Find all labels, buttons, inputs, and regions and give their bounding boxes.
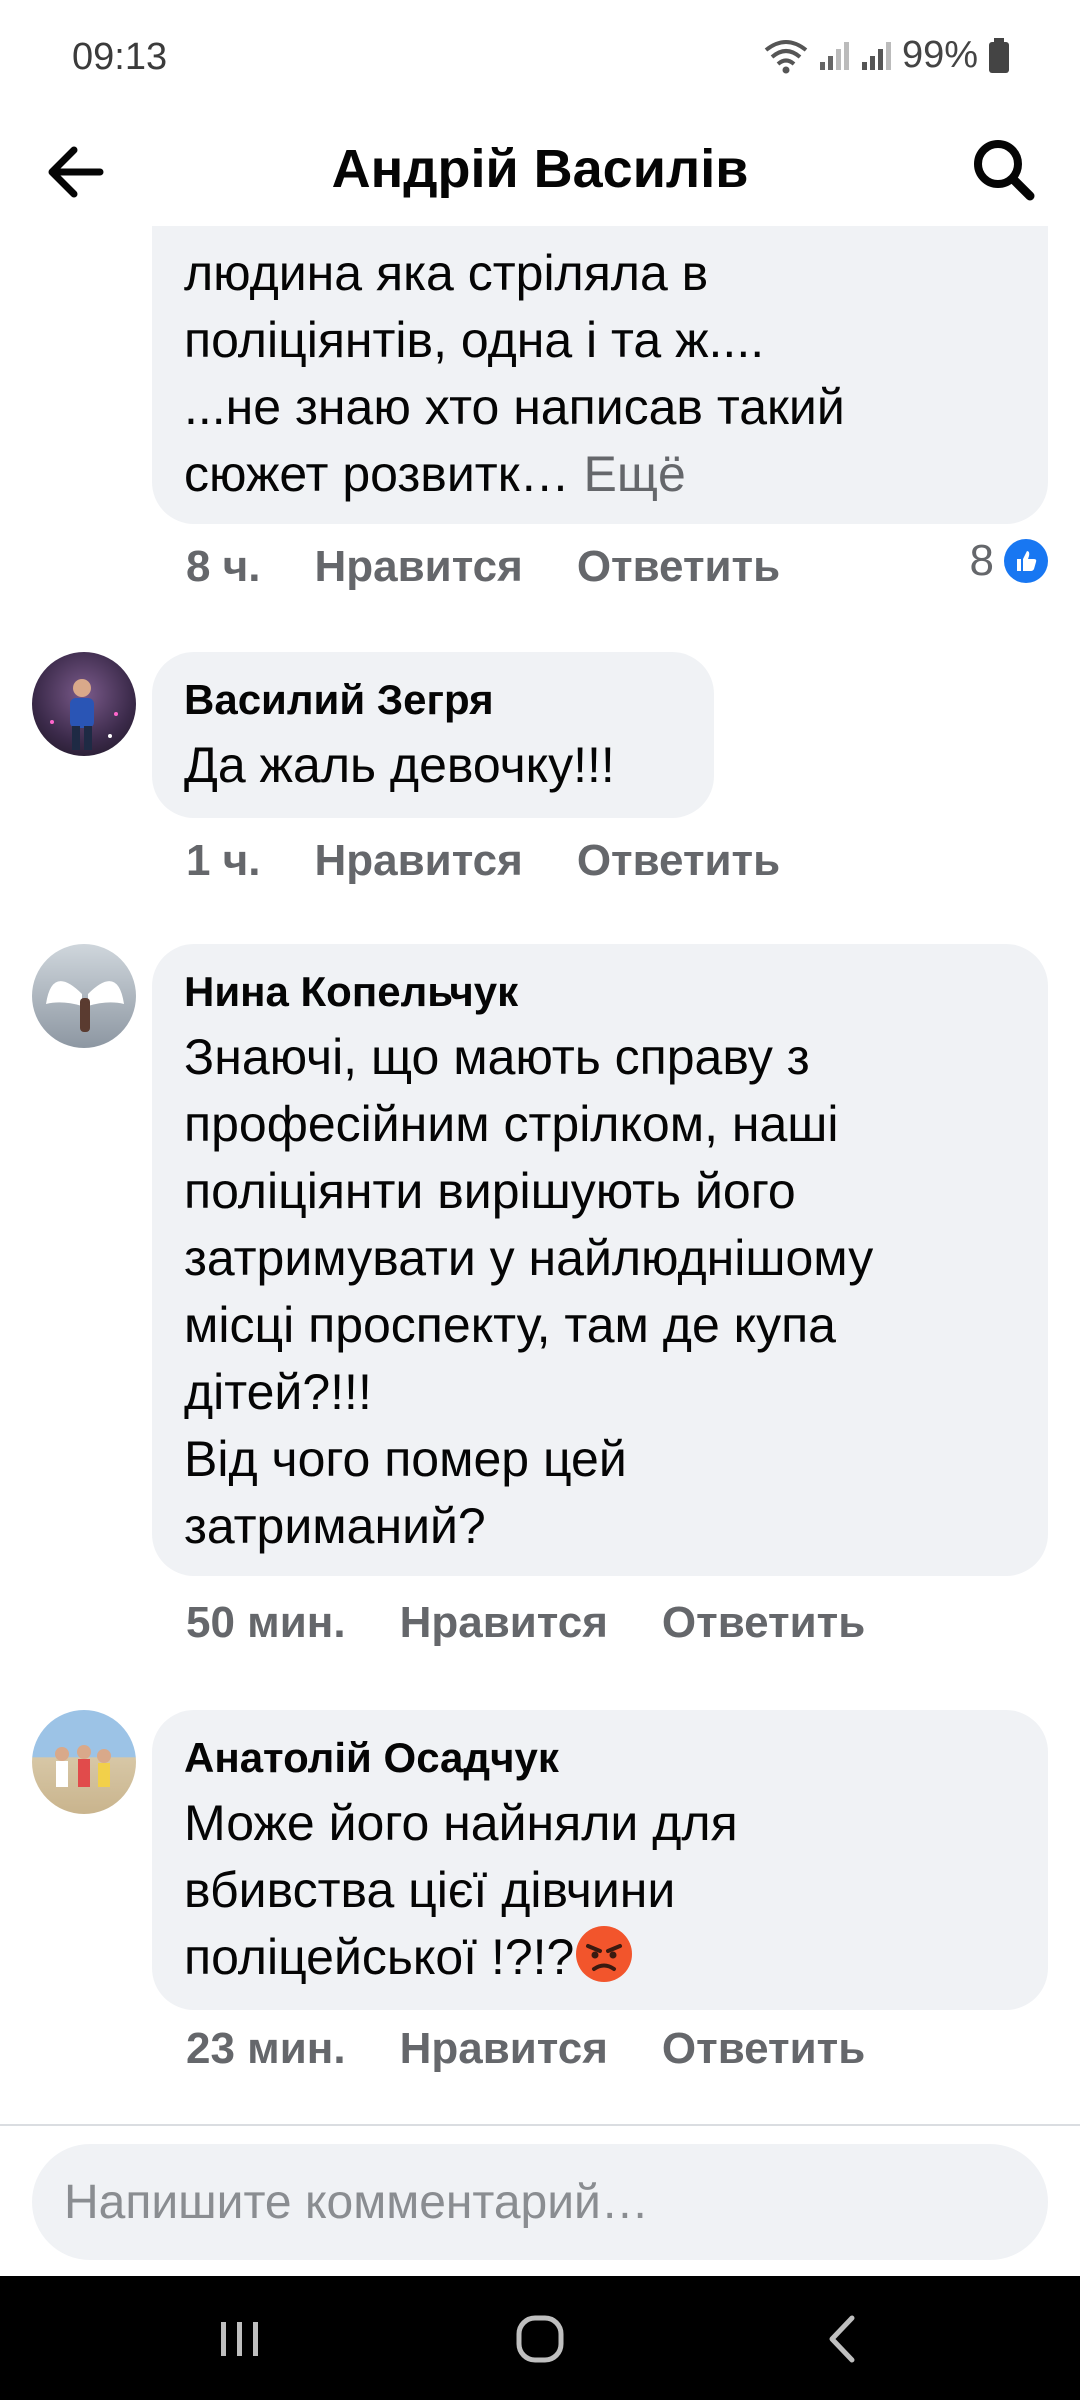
comment-time: 8 ч. bbox=[186, 542, 261, 591]
wifi-icon bbox=[764, 39, 808, 73]
signal-icon bbox=[819, 41, 849, 70]
avatar[interactable] bbox=[32, 652, 136, 756]
reply-button[interactable]: Ответить bbox=[577, 836, 780, 886]
comment-actions: 23 мин. Нравится Ответить bbox=[186, 2024, 919, 2074]
reply-button[interactable]: Ответить bbox=[662, 1598, 865, 1648]
comment-input[interactable] bbox=[32, 2144, 1024, 2260]
comment-actions: 1 ч. Нравится Ответить bbox=[186, 836, 834, 886]
recent-apps-icon[interactable] bbox=[205, 2304, 275, 2374]
thumbs-up-icon bbox=[1004, 539, 1048, 583]
comment-composer[interactable] bbox=[32, 2144, 1048, 2260]
comment-text: Знаючі, що мають справу з професійним ст… bbox=[184, 1029, 874, 1554]
comment-bubble[interactable]: Нина Копельчук Знаючі, що мають справу з… bbox=[152, 944, 1048, 1576]
system-back-icon[interactable] bbox=[808, 2304, 878, 2374]
clock: 09:13 bbox=[72, 36, 168, 78]
like-button[interactable]: Нравится bbox=[314, 542, 522, 592]
comment-actions: 8 ч. Нравится Ответить bbox=[186, 542, 834, 592]
comments-list[interactable]: стріляли, що вбитий і людина яка стрілял… bbox=[0, 226, 1080, 2124]
status-icons: 99% bbox=[764, 34, 1010, 77]
person-photo-icon bbox=[50, 679, 118, 750]
avatar[interactable] bbox=[32, 944, 136, 1048]
signal-icon-2 bbox=[861, 41, 891, 70]
comment-time: 1 ч. bbox=[186, 836, 261, 885]
like-button[interactable]: Нравится bbox=[314, 836, 522, 886]
app-header: Андрій Василів bbox=[0, 118, 1080, 226]
angry-face-emoji-icon bbox=[576, 1926, 633, 1982]
like-button[interactable]: Нравится bbox=[400, 1598, 608, 1648]
see-more-link[interactable]: Ещё bbox=[583, 446, 685, 502]
search-icon[interactable] bbox=[964, 130, 1044, 210]
comment-author[interactable]: Анатолій Осадчук bbox=[184, 1732, 1018, 1784]
comment-bubble[interactable]: Василий Зегря Да жаль девочку!!! bbox=[152, 652, 714, 818]
angel-wings-photo-icon bbox=[46, 981, 124, 1032]
avatar[interactable] bbox=[32, 1710, 136, 1814]
comment-text: людина яка стріляла в поліціянтів, одна … bbox=[184, 245, 845, 502]
comment-actions: 50 мин. Нравится Ответить bbox=[186, 1598, 919, 1648]
system-nav-bar bbox=[0, 2276, 1080, 2400]
like-button[interactable]: Нравится bbox=[400, 2024, 608, 2074]
comment-text: Може його найняли для вбивства цієї дівч… bbox=[184, 1795, 738, 1985]
comment-time: 23 мин. bbox=[186, 2024, 346, 2073]
reply-button[interactable]: Ответить bbox=[577, 542, 780, 592]
comment-text: Да жаль девочку!!! bbox=[184, 737, 615, 793]
reply-button[interactable]: Ответить bbox=[662, 2024, 865, 2074]
reaction-count: 8 bbox=[969, 536, 994, 585]
comment-bubble[interactable]: Анатолій Осадчук Може його найняли для в… bbox=[152, 1710, 1048, 2010]
status-bar: 09:13 99% bbox=[0, 0, 1080, 118]
comment-author[interactable]: Нина Копельчук bbox=[184, 966, 1018, 1018]
comment-author[interactable]: Василий Зегря bbox=[184, 674, 684, 726]
comment-bubble[interactable]: стріляли, що вбитий і людина яка стрілял… bbox=[152, 226, 1048, 524]
group-photo-icon bbox=[55, 1745, 111, 1787]
reaction-summary[interactable]: 8 bbox=[970, 536, 1048, 586]
battery-percent: 99% bbox=[901, 34, 978, 76]
home-icon[interactable] bbox=[505, 2304, 575, 2374]
divider bbox=[0, 2124, 1080, 2126]
page-title: Андрій Василів bbox=[331, 139, 749, 199]
battery-icon bbox=[989, 37, 1009, 73]
comment-time: 50 мин. bbox=[186, 1598, 346, 1647]
